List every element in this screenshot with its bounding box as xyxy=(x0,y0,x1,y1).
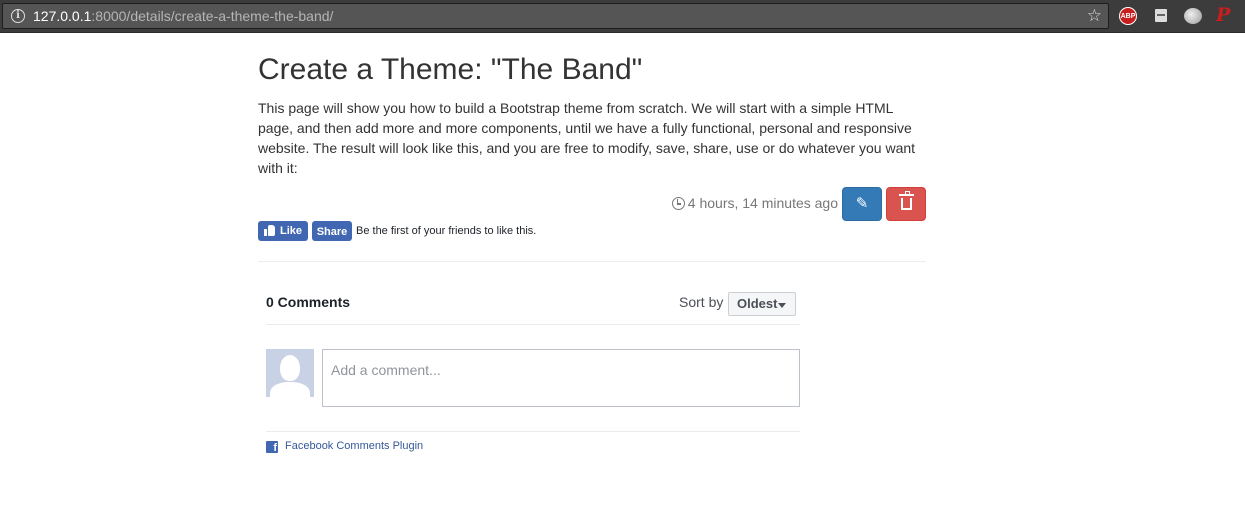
timestamp-text: 4 hours, 14 minutes ago xyxy=(687,195,838,211)
pencil-icon: ✎ xyxy=(855,195,869,212)
page-description: This page will show you how to build a B… xyxy=(258,100,916,176)
avatar xyxy=(266,349,314,397)
cloud-icon[interactable] xyxy=(1184,8,1202,24)
pinterest-icon[interactable]: P xyxy=(1216,4,1236,26)
sort-dropdown[interactable]: Oldest xyxy=(728,292,796,316)
timestamp: 4 hours, 14 minutes ago xyxy=(671,195,838,211)
like-label: Like xyxy=(280,225,303,237)
comment-count: 0 Comments xyxy=(266,294,351,310)
address-bar[interactable]: i 127.0.0.1:8000/details/create-a-theme-… xyxy=(2,3,1109,29)
adblock-plus-icon[interactable]: ABP xyxy=(1119,7,1137,25)
sort-value: Oldest xyxy=(737,296,778,311)
like-social-text: Be the first of your friends to like thi… xyxy=(356,225,537,237)
url-host: 127.0.0.1 xyxy=(33,8,92,24)
comments-divider-top xyxy=(266,324,800,325)
document-icon[interactable] xyxy=(1155,9,1167,22)
delete-button[interactable] xyxy=(886,187,926,221)
star-icon[interactable]: ☆ xyxy=(1087,6,1102,26)
trash-icon xyxy=(899,191,914,210)
clock-icon xyxy=(671,197,685,210)
divider xyxy=(258,261,926,262)
caret-down-icon xyxy=(778,303,786,308)
info-icon[interactable]: i xyxy=(11,9,25,23)
edit-button[interactable]: ✎ xyxy=(842,187,882,221)
sort-label: Sort by xyxy=(679,294,724,310)
comments-divider-bottom xyxy=(266,431,800,432)
url-text[interactable]: 127.0.0.1:8000/details/create-a-theme-th… xyxy=(33,8,333,24)
facebook-icon: f xyxy=(266,441,278,453)
page-title: Create a Theme: "The Band" xyxy=(258,53,643,86)
comment-input[interactable] xyxy=(322,349,800,407)
thumbs-up-icon xyxy=(264,225,275,236)
url-path: :8000/details/create-a-theme-the-band/ xyxy=(91,8,334,24)
plugin-label: Facebook Comments Plugin xyxy=(285,440,424,452)
facebook-like-button[interactable]: Like xyxy=(258,221,308,241)
facebook-share-button[interactable]: Share xyxy=(312,221,352,241)
browser-toolbar: i 127.0.0.1:8000/details/create-a-theme-… xyxy=(0,0,1245,33)
